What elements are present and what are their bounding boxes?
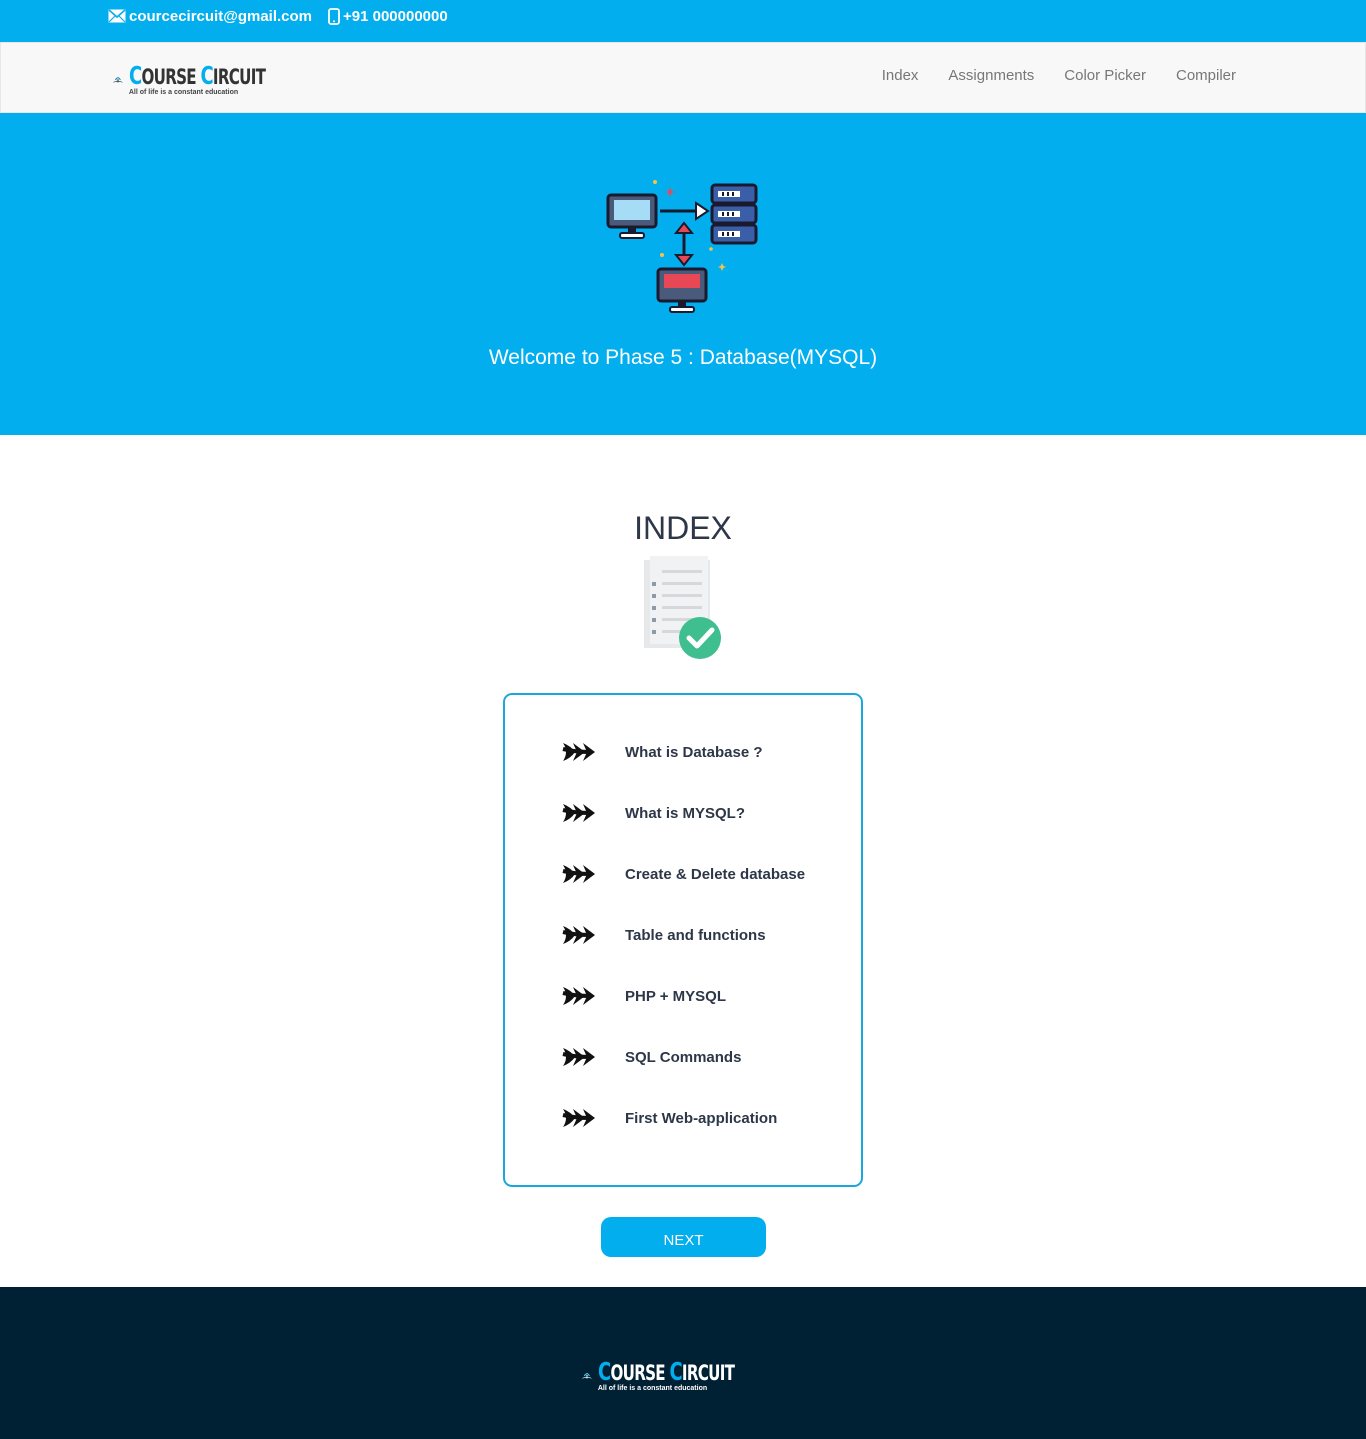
- double-arrow-icon: [562, 1048, 595, 1066]
- index-item-label: First Web-application: [625, 1109, 778, 1127]
- double-arrow-icon: [562, 1109, 595, 1127]
- double-arrow-icon: [562, 804, 595, 822]
- index-item-php-mysql[interactable]: PHP + MYSQL: [561, 981, 726, 1011]
- index-item-what-is-mysql[interactable]: What is MYSQL?: [561, 798, 745, 828]
- hero-banner: Welcome to Phase 5 : Database(MYSQL): [0, 113, 1366, 435]
- email-contact[interactable]: courcecircuit@gmail.com: [108, 6, 312, 26]
- hero-title: Welcome to Phase 5 : Database(MYSQL): [488, 346, 878, 369]
- top-contact-bar: courcecircuit@gmail.com +91 000000000: [0, 0, 1366, 42]
- brand-tagline: All of life is a constant education: [128, 88, 239, 96]
- index-list: What is Database ? What is MYSQL? Create…: [503, 693, 863, 1187]
- main-nav: Index Assignments Color Picker Compiler: [882, 67, 1236, 84]
- footer: COURSE CIRCUIT All of life is a constant…: [0, 1287, 1366, 1439]
- index-item-create-delete-database[interactable]: Create & Delete database: [561, 859, 805, 889]
- open-book-graduation-logo-icon: [582, 1373, 592, 1379]
- brand-name: COURSE CIRCUIT: [128, 60, 266, 90]
- index-item-what-is-database[interactable]: What is Database ?: [561, 737, 763, 767]
- nav-assignments[interactable]: Assignments: [948, 67, 1034, 84]
- database-network-icon: [606, 180, 758, 313]
- email-text: courcecircuit@gmail.com: [129, 7, 313, 25]
- index-item-table-and-functions[interactable]: Table and functions: [561, 920, 766, 950]
- open-book-graduation-logo-icon: [113, 77, 123, 83]
- index-item-label: Table and functions: [625, 926, 766, 944]
- envelope-icon: [108, 9, 126, 23]
- double-arrow-icon: [562, 743, 595, 761]
- index-heading: INDEX: [634, 510, 732, 546]
- footer-brand-logo[interactable]: COURSE CIRCUIT All of life is a constant…: [582, 1353, 787, 1399]
- double-arrow-icon: [562, 865, 595, 883]
- index-item-label: PHP + MYSQL: [625, 987, 727, 1005]
- checklist-document-icon: [644, 556, 721, 659]
- index-item-label: What is MYSQL?: [625, 804, 745, 822]
- index-item-label: Create & Delete database: [625, 865, 806, 883]
- index-item-label: SQL Commands: [625, 1048, 742, 1066]
- nav-index[interactable]: Index: [882, 67, 919, 84]
- index-item-label: What is Database ?: [625, 743, 763, 761]
- footer-brand-name: COURSE CIRCUIT: [597, 1356, 735, 1386]
- brand-logo[interactable]: COURSE CIRCUIT All of life is a constant…: [113, 57, 318, 103]
- nav-color-picker[interactable]: Color Picker: [1064, 67, 1146, 84]
- phone-text: +91 000000000: [343, 7, 448, 25]
- mobile-phone-icon: [328, 7, 340, 25]
- next-button[interactable]: NEXT: [601, 1217, 766, 1257]
- index-item-first-web-application[interactable]: First Web-application: [561, 1103, 777, 1133]
- footer-brand-tagline: All of life is a constant education: [597, 1384, 708, 1392]
- navbar: COURSE CIRCUIT All of life is a constant…: [0, 42, 1366, 113]
- phone-contact[interactable]: +91 000000000: [328, 6, 448, 26]
- nav-compiler[interactable]: Compiler: [1176, 67, 1236, 84]
- index-item-sql-commands[interactable]: SQL Commands: [561, 1042, 741, 1072]
- double-arrow-icon: [562, 987, 595, 1005]
- double-arrow-icon: [562, 926, 595, 944]
